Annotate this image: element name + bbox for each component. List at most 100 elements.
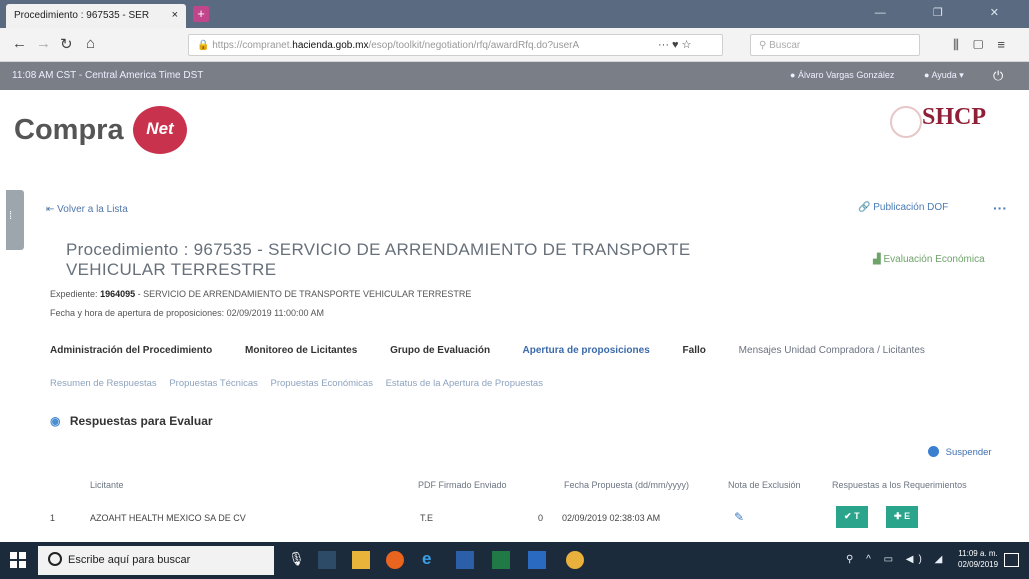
col-respuestas[interactable]: Respuestas a los Requerimientos [832, 480, 967, 490]
tab-monitoreo[interactable]: Monitoreo de Licitantes [245, 345, 357, 356]
respuesta-tecnica-button[interactable]: ✔ T [836, 506, 868, 528]
tab-mensajes[interactable]: Mensajes Unidad Compradora / Licitantes [739, 345, 925, 356]
col-pdf[interactable]: PDF Firmado Enviado [418, 480, 507, 490]
cortana-icon [48, 552, 62, 566]
subtab-resumen[interactable]: Resumen de Respuestas [50, 378, 157, 389]
suspend-button[interactable]: Suspender [928, 446, 992, 458]
notification-icon[interactable] [1004, 553, 1019, 567]
back-label: Volver a la Lista [57, 204, 128, 215]
search-placeholder: Buscar [769, 40, 801, 51]
power-icon[interactable]: ⏻ [993, 68, 1003, 84]
windows-start-icon[interactable] [10, 552, 26, 568]
url-bar[interactable]: 🔒 https://compranet.hacienda.gob.mx/esop… [188, 34, 723, 56]
clock-date: 02/09/2019 [958, 560, 999, 569]
library-icon[interactable]: ⫼▢≡ [953, 37, 1019, 53]
url-domain: hacienda.gob.mx [292, 40, 369, 51]
col-licitante[interactable]: Licitante [90, 480, 124, 490]
user-name[interactable]: ● Álvaro Vargas González [790, 70, 894, 80]
publicacion-dof-link[interactable]: 🔗 Publicación DOF [858, 202, 948, 213]
suspend-icon [928, 446, 939, 457]
url-prefix: https://compranet. [212, 40, 293, 51]
tab-close-icon[interactable]: × [172, 9, 178, 21]
col-fecha[interactable]: Fecha Propuesta (dd/mm/yyyy) [564, 480, 689, 490]
col-nota[interactable]: Nota de Exclusión [728, 480, 801, 490]
taskbar-search-placeholder: Escribe aquí para buscar [68, 554, 191, 566]
forward-arrow-icon[interactable]: → [36, 35, 51, 52]
app-top-bar: 11:08 AM CST - Central America Time DST … [0, 62, 1029, 90]
economica-icon: ✚ [894, 511, 902, 521]
file-explorer-icon[interactable] [352, 551, 370, 569]
subtab-estatus[interactable]: Estatus de la Apertura de Propuestas [386, 378, 543, 389]
row-fecha: 02/09/2019 02:38:03 AM [562, 513, 661, 523]
search-icon: ⚲ [759, 40, 767, 51]
reload-icon[interactable]: ↻ [60, 35, 73, 53]
row-pdf[interactable]: T.E [420, 513, 433, 523]
time-display: 11:08 AM CST - Central America Time DST [12, 70, 204, 81]
expediente-description: - SERVICIO DE ARRENDAMIENTO DE TRANSPORT… [137, 289, 472, 299]
responses-heading: ◉ Respuestas para Evaluar [50, 414, 213, 428]
row-licitante: AZOAHT HEALTH MEXICO SA DE CV [90, 513, 246, 523]
browser-nav-bar: ← → ↻ ⌂ 🔒 https://compranet.hacienda.gob… [0, 28, 1029, 62]
tab-fallo[interactable]: Fallo [683, 345, 706, 356]
back-icon: ⇤ [46, 204, 55, 215]
tecnica-icon: ✔ [844, 511, 852, 521]
more-options-button[interactable]: ··· [993, 200, 1007, 216]
subtab-tecnicas[interactable]: Propuestas Técnicas [169, 378, 258, 389]
help-icon: ● [924, 70, 930, 80]
window-controls[interactable]: — ❐ ✕ [875, 6, 1021, 19]
expediente-number[interactable]: 1964095 [100, 289, 135, 299]
info-icon: ◉ [50, 414, 61, 428]
logo-net: Net [133, 106, 187, 154]
back-to-list-link[interactable]: ⇤ Volver a la Lista [46, 204, 128, 215]
taskbar-clock[interactable]: 11:09 a. m. 02/09/2019 [958, 548, 998, 570]
tab-title: Procedimiento : 967535 - SER [14, 10, 150, 21]
browser-tab[interactable]: Procedimiento : 967535 - SER × [6, 4, 186, 28]
shcp-seal-icon [890, 106, 922, 138]
economica-label: E [904, 511, 911, 521]
publicacion-label: Publicación DOF [873, 202, 949, 213]
url-suffix: /esop/toolkit/negotiation/rfq/awardRfq.d… [368, 40, 580, 51]
user-icon: ● [790, 70, 796, 80]
help-menu[interactable]: ● Ayuda ▾ [924, 70, 964, 81]
chart-icon: ▟ [873, 254, 881, 265]
row-zero: 0 [538, 513, 544, 523]
evaluacion-label: Evaluación Económica [883, 254, 985, 265]
taskbar-search-input[interactable]: Escribe aquí para buscar [38, 546, 274, 575]
task-view-icon[interactable] [318, 551, 336, 569]
suspend-label: Suspender [945, 447, 992, 458]
logo-compra: Compra [14, 114, 124, 146]
site-header: Compra Net SHCP [0, 90, 1029, 186]
page-actions-icon[interactable]: ··· ♥ ☆ [658, 38, 692, 51]
responses-title: Respuestas para Evaluar [69, 414, 213, 428]
help-label: Ayuda ▾ [931, 70, 964, 80]
new-tab-button[interactable]: + [193, 6, 209, 22]
expediente-label: Expediente: [50, 289, 98, 299]
search-input[interactable]: ⚲ Buscar [750, 34, 920, 56]
main-content: ⇤ Volver a la Lista 🔗 Publicación DOF ··… [28, 190, 1028, 554]
tab-administracion[interactable]: Administración del Procedimiento [50, 345, 212, 356]
row-number: 1 [50, 513, 56, 523]
firefox-icon[interactable] [386, 551, 404, 569]
microphone-icon[interactable]: 🎙 [288, 551, 306, 569]
tab-apertura[interactable]: Apertura de proposiciones [523, 345, 650, 356]
tab-grupo-evaluacion[interactable]: Grupo de Evaluación [390, 345, 490, 356]
user-label: Álvaro Vargas González [797, 70, 895, 80]
edit-icon[interactable]: ✎ [734, 510, 744, 524]
windows-taskbar: Escribe aquí para buscar 🎙 e ⚲ ^ ▭ ◀) ◢ … [0, 542, 1029, 579]
excel-icon[interactable] [492, 551, 510, 569]
system-tray-icons[interactable]: ⚲ ^ ▭ ◀) ◢ [846, 554, 947, 565]
sub-tabs: Resumen de Respuestas Propuestas Técnica… [50, 378, 553, 389]
back-arrow-icon[interactable]: ← [12, 35, 27, 52]
home-icon[interactable]: ⌂ [86, 35, 95, 52]
tecnica-label: T [854, 511, 860, 521]
edge-icon[interactable]: e [422, 549, 440, 568]
chrome-icon[interactable] [566, 551, 584, 569]
side-panel-toggle[interactable]: ⁞ [6, 190, 24, 250]
outlook-icon[interactable] [528, 551, 546, 569]
expediente-line: Expediente: 1964095 - SERVICIO DE ARREND… [50, 289, 471, 299]
word-icon[interactable] [456, 551, 474, 569]
evaluacion-economica-link[interactable]: ▟ Evaluación Económica [873, 254, 985, 265]
apertura-date: Fecha y hora de apertura de proposicione… [50, 308, 325, 318]
respuesta-economica-button[interactable]: ✚ E [886, 506, 919, 528]
subtab-economicas[interactable]: Propuestas Económicas [271, 378, 373, 389]
